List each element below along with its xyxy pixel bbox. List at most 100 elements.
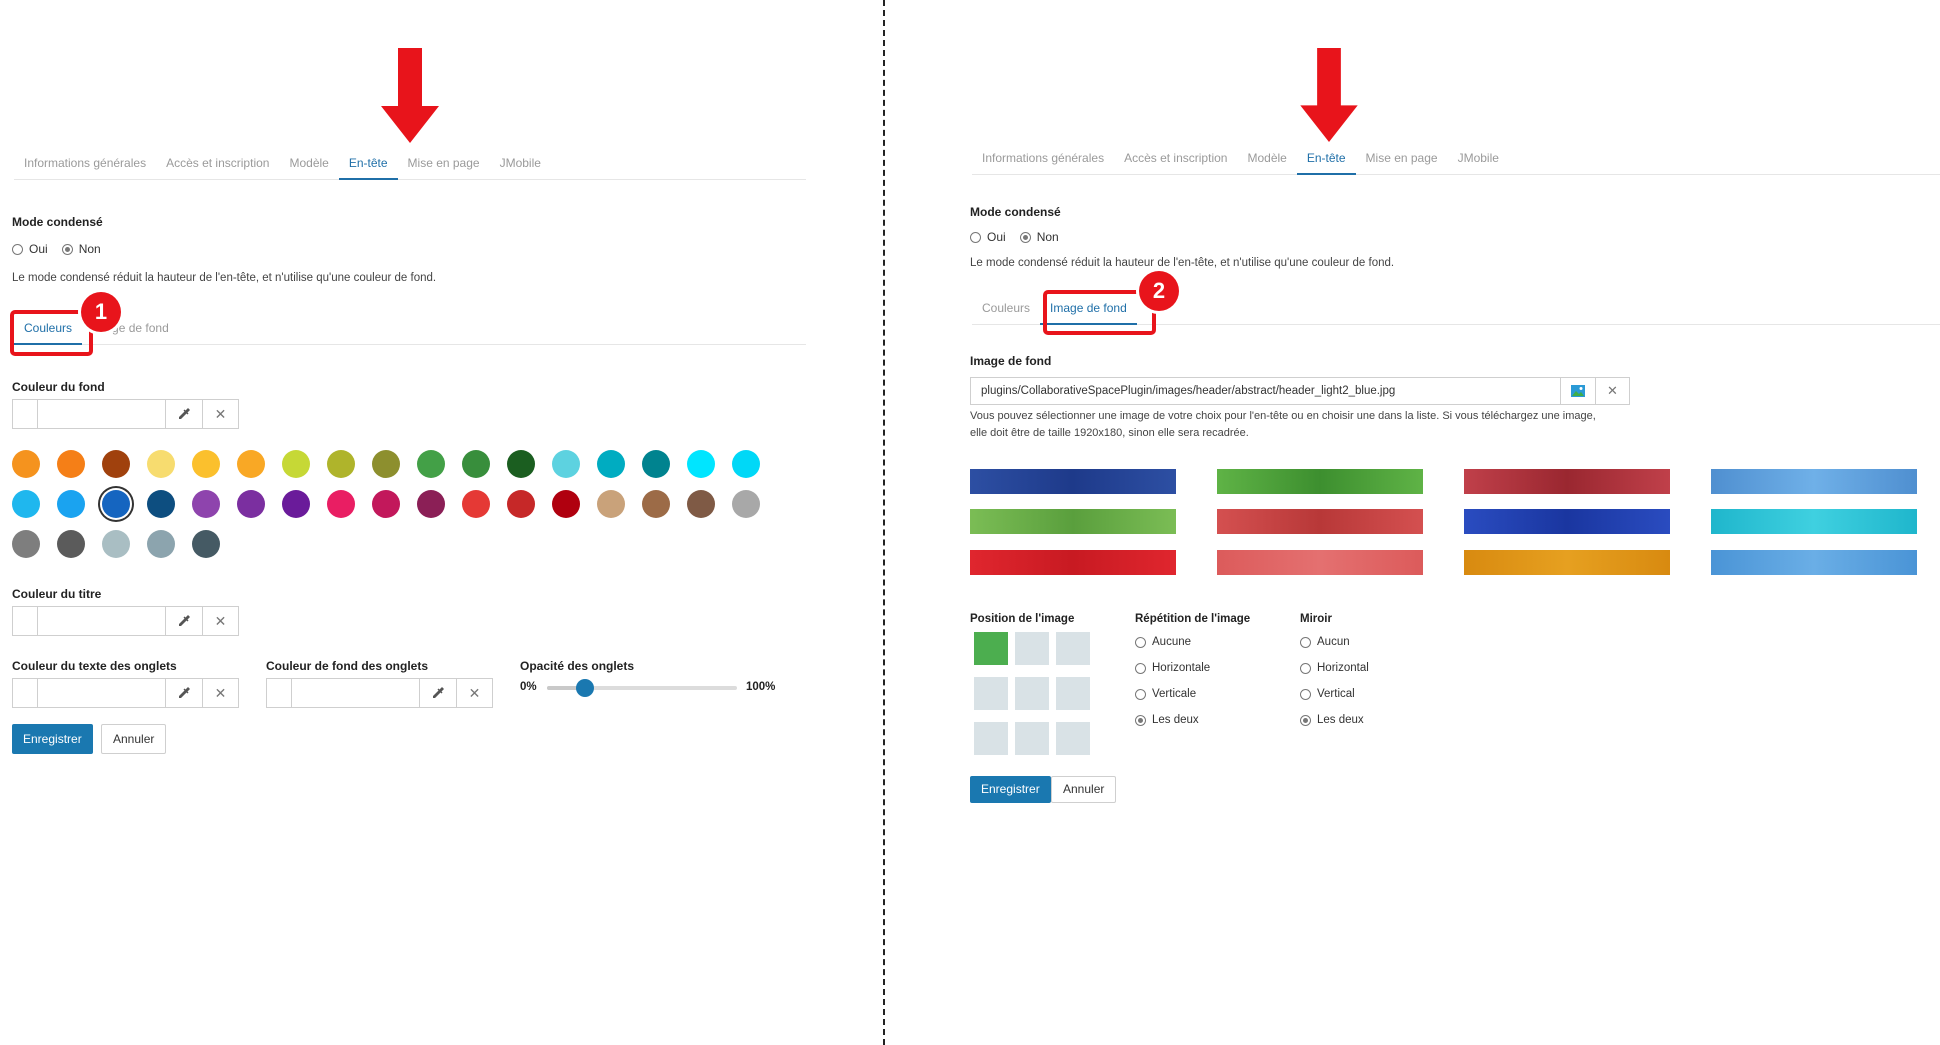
position-cell[interactable] xyxy=(1056,632,1090,665)
position-cell[interactable] xyxy=(974,677,1008,710)
color-swatch[interactable] xyxy=(13,679,38,707)
color-swatch-option[interactable] xyxy=(507,490,535,518)
clear-icon[interactable]: ✕ xyxy=(1595,378,1629,404)
clear-icon[interactable]: ✕ xyxy=(202,607,238,635)
header-image-option[interactable] xyxy=(1464,509,1670,534)
repetition-option-aucune[interactable]: Aucune xyxy=(1135,636,1210,648)
header-image-option[interactable] xyxy=(970,469,1176,494)
radio-non[interactable] xyxy=(1019,231,1031,243)
color-swatch-option[interactable] xyxy=(417,490,445,518)
color-swatch-option[interactable] xyxy=(57,490,85,518)
tab-informations-generales[interactable]: Informations générales xyxy=(972,148,1114,174)
miroir-option-horizontal[interactable]: Horizontal xyxy=(1300,662,1369,674)
color-field[interactable] xyxy=(292,679,420,707)
position-cell[interactable] xyxy=(1015,722,1049,755)
image-path-field[interactable]: plugins/CollaborativeSpacePlugin/images/… xyxy=(971,378,1561,404)
color-swatch-option[interactable] xyxy=(147,530,175,558)
color-swatch-option[interactable] xyxy=(597,490,625,518)
color-swatch-option[interactable] xyxy=(147,490,175,518)
color-swatch-option[interactable] xyxy=(102,530,130,558)
header-image-option[interactable] xyxy=(1711,469,1917,494)
repetition-option-horizontale[interactable]: Horizontale xyxy=(1135,662,1210,674)
color-swatch-option[interactable] xyxy=(372,490,400,518)
color-swatch-option[interactable] xyxy=(12,490,40,518)
header-image-option[interactable] xyxy=(1217,509,1423,534)
eyedropper-icon[interactable] xyxy=(166,607,202,635)
eyedropper-icon[interactable] xyxy=(420,679,456,707)
color-swatch-option[interactable] xyxy=(12,450,40,478)
radio-oui[interactable] xyxy=(970,231,981,243)
radio-oui[interactable] xyxy=(12,243,23,255)
header-image-option[interactable] xyxy=(970,509,1176,534)
header-image-option[interactable] xyxy=(1711,550,1917,575)
radio-button[interactable] xyxy=(1135,662,1146,674)
color-swatch-option[interactable] xyxy=(417,450,445,478)
radio-button[interactable] xyxy=(1135,636,1146,648)
color-swatch-option[interactable] xyxy=(462,450,490,478)
color-field[interactable] xyxy=(38,607,166,635)
color-swatch[interactable] xyxy=(267,679,292,707)
color-swatch-option[interactable] xyxy=(237,450,265,478)
radio-button[interactable] xyxy=(1300,688,1311,700)
color-swatch-option[interactable] xyxy=(102,490,130,518)
color-swatch-option[interactable] xyxy=(687,490,715,518)
tab-modele[interactable]: Modèle xyxy=(1237,148,1296,174)
position-cell[interactable] xyxy=(1056,722,1090,755)
color-field[interactable] xyxy=(38,679,166,707)
color-swatch-option[interactable] xyxy=(642,450,670,478)
color-swatch-option[interactable] xyxy=(732,490,760,518)
radio-button[interactable] xyxy=(1135,714,1146,726)
clear-icon[interactable]: ✕ xyxy=(456,679,492,707)
color-field[interactable] xyxy=(38,400,166,428)
color-swatch[interactable] xyxy=(13,400,38,428)
miroir-option-aucun[interactable]: Aucun xyxy=(1300,636,1369,648)
header-image-option[interactable] xyxy=(1217,550,1423,575)
color-swatch-option[interactable] xyxy=(552,450,580,478)
cancel-button[interactable]: Annuler xyxy=(101,724,167,754)
color-swatch-option[interactable] xyxy=(57,530,85,558)
radio-non[interactable] xyxy=(61,243,73,255)
color-swatch-option[interactable] xyxy=(237,490,265,518)
miroir-option-les-deux[interactable]: Les deux xyxy=(1300,714,1369,726)
opacity-slider-knob[interactable] xyxy=(576,679,594,697)
eyedropper-icon[interactable] xyxy=(166,679,202,707)
color-swatch-option[interactable] xyxy=(327,450,355,478)
save-button[interactable]: Enregistrer xyxy=(12,724,93,754)
radio-button[interactable] xyxy=(1300,714,1311,726)
position-cell[interactable] xyxy=(1056,677,1090,710)
cancel-button[interactable]: Annuler xyxy=(1051,776,1117,803)
position-cell[interactable] xyxy=(974,632,1008,665)
tab-en-tete[interactable]: En-tête xyxy=(1296,148,1356,175)
color-swatch-option[interactable] xyxy=(507,450,535,478)
color-swatch[interactable] xyxy=(13,607,38,635)
color-swatch-option[interactable] xyxy=(462,490,490,518)
tab-acces-et-inscription[interactable]: Accès et inscription xyxy=(156,153,279,179)
color-swatch-option[interactable] xyxy=(12,530,40,558)
clear-icon[interactable]: ✕ xyxy=(202,400,238,428)
color-swatch-option[interactable] xyxy=(57,450,85,478)
radio-button[interactable] xyxy=(1300,662,1311,674)
tab-mise-en-page[interactable]: Mise en page xyxy=(1356,148,1448,174)
header-image-option[interactable] xyxy=(1464,550,1670,575)
repetition-option-verticale[interactable]: Verticale xyxy=(1135,688,1210,700)
eyedropper-icon[interactable] xyxy=(166,400,202,428)
clear-icon[interactable]: ✕ xyxy=(202,679,238,707)
header-image-option[interactable] xyxy=(970,550,1176,575)
color-swatch-option[interactable] xyxy=(687,450,715,478)
tab-informations-generales[interactable]: Informations générales xyxy=(14,153,156,179)
tab-mise-en-page[interactable]: Mise en page xyxy=(398,153,490,179)
subtab-couleurs[interactable]: Couleurs xyxy=(972,298,1040,324)
position-cell[interactable] xyxy=(1015,632,1049,665)
repetition-option-les-deux[interactable]: Les deux xyxy=(1135,714,1210,726)
header-image-option[interactable] xyxy=(1711,509,1917,534)
color-swatch-option[interactable] xyxy=(192,530,220,558)
save-button[interactable]: Enregistrer xyxy=(970,776,1051,803)
color-swatch-option[interactable] xyxy=(642,490,670,518)
color-swatch-option[interactable] xyxy=(282,490,310,518)
tab-jmobile[interactable]: JMobile xyxy=(1448,148,1509,174)
radio-button[interactable] xyxy=(1300,636,1311,648)
color-swatch-option[interactable] xyxy=(192,490,220,518)
color-swatch-option[interactable] xyxy=(282,450,310,478)
tab-en-tete[interactable]: En-tête xyxy=(338,153,398,180)
color-swatch-option[interactable] xyxy=(372,450,400,478)
